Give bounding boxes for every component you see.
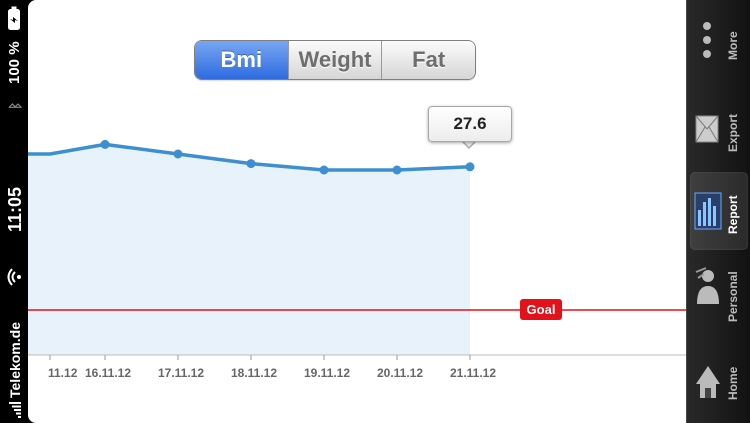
bluetooth-icon: ᛒ — [7, 101, 23, 110]
tab-home-label: Home — [726, 366, 740, 400]
more-icon — [694, 20, 720, 65]
x-tick-label: 19.11.12 — [304, 366, 350, 380]
tab-personal-label: Personal — [726, 271, 740, 322]
value-tooltip: 27.6 — [428, 106, 512, 142]
x-tick-label: 20.11.12 — [377, 366, 423, 380]
x-tick-label: 18.11.12 — [231, 366, 277, 380]
report-icon — [694, 192, 722, 235]
segment-bmi[interactable]: Bmi — [195, 41, 289, 79]
segment-weight[interactable]: Weight — [288, 41, 383, 79]
tab-export[interactable]: Export — [690, 92, 748, 168]
wifi-icon — [7, 268, 26, 286]
tab-more[interactable]: More — [690, 6, 748, 76]
data-point — [392, 165, 402, 175]
person-scale-icon — [694, 266, 722, 313]
carrier-label: Telekom.de — [7, 322, 23, 398]
data-point — [100, 139, 110, 149]
tab-personal[interactable]: Personal — [690, 256, 748, 334]
data-point — [465, 162, 475, 172]
x-tick-label: 21.11.12 — [450, 366, 496, 380]
data-point — [246, 159, 256, 169]
goal-badge: Goal — [520, 299, 562, 320]
signal-icon — [8, 400, 26, 418]
chart-area-fill — [28, 144, 470, 355]
battery-icon — [7, 6, 25, 30]
data-point — [173, 149, 183, 159]
battery-label: 100 % — [6, 41, 23, 84]
tab-bar: More Export Report Personal Home — [686, 0, 750, 423]
data-point — [319, 165, 329, 175]
time-label: 11:05 — [5, 186, 25, 232]
home-icon — [694, 364, 722, 405]
segment-fat[interactable]: Fat — [382, 41, 475, 79]
tab-report[interactable]: Report — [690, 172, 748, 250]
tab-more-label: More — [726, 31, 740, 60]
report-panel: 11.12 16.11.12 17.11.12 18.11.12 19.11.12 20.… — [28, 0, 686, 423]
tab-export-label: Export — [726, 113, 740, 152]
status-bar: Telekom.de 11:05 ᛒ 100 % — [0, 0, 28, 423]
x-tick-label: 11.12 — [48, 366, 78, 380]
metric-segmented-control: Bmi Weight Fat — [194, 40, 476, 80]
tab-home[interactable]: Home — [690, 346, 748, 418]
tab-report-label: Report — [726, 195, 740, 234]
x-tick-label: 16.11.12 — [85, 366, 131, 380]
envelope-icon — [694, 114, 720, 149]
x-tick-label: 17.11.12 — [158, 366, 204, 380]
